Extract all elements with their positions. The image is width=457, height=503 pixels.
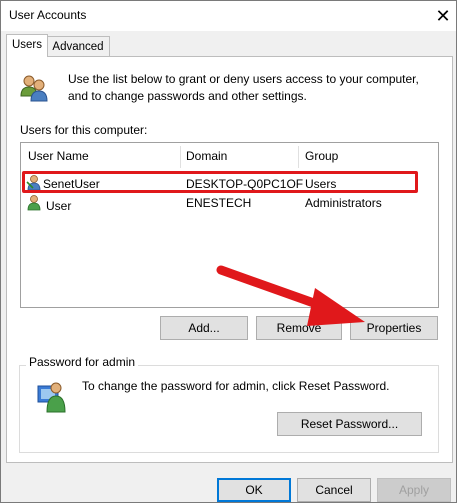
password-group-title: Password for admin bbox=[26, 355, 139, 369]
column-header-group[interactable]: Group bbox=[305, 149, 338, 163]
column-separator bbox=[298, 146, 299, 168]
cell-domain: ENESTECH bbox=[186, 196, 252, 210]
reset-password-button[interactable]: Reset Password... bbox=[277, 412, 422, 436]
window-title: User Accounts bbox=[9, 8, 87, 22]
cell-group: Administrators bbox=[305, 196, 382, 210]
password-instruction: To change the password for admin, click … bbox=[82, 379, 390, 393]
tab-advanced[interactable]: Advanced bbox=[46, 36, 110, 57]
users-list-label: Users for this computer: bbox=[20, 123, 148, 137]
intro-text-line2: and to change passwords and other settin… bbox=[68, 89, 307, 103]
table-row[interactable]: User ENESTECH Administrators bbox=[21, 194, 435, 213]
title-bar: User Accounts ✕ bbox=[1, 1, 456, 31]
user-password-icon bbox=[37, 382, 66, 413]
highlight-box bbox=[22, 171, 418, 193]
arrow-annotation bbox=[216, 265, 365, 326]
users-icon bbox=[20, 75, 48, 102]
column-header-user-name[interactable]: User Name bbox=[28, 149, 89, 163]
reset-password-button-label: Reset Password... bbox=[300, 417, 399, 431]
apply-button[interactable]: Apply bbox=[377, 478, 451, 502]
column-header-domain[interactable]: Domain bbox=[186, 149, 227, 163]
cancel-button[interactable]: Cancel bbox=[297, 478, 371, 502]
apply-button-label: Apply bbox=[398, 483, 430, 497]
tab-users[interactable]: Users bbox=[6, 34, 48, 57]
ok-button[interactable]: OK bbox=[217, 478, 291, 502]
ok-button-label: OK bbox=[245, 483, 263, 497]
column-separator bbox=[180, 146, 181, 168]
cell-user-name: User bbox=[46, 199, 72, 213]
tab-advanced-label: Advanced bbox=[52, 41, 104, 53]
user-icon bbox=[27, 195, 41, 211]
tab-users-label: Users bbox=[11, 39, 43, 51]
cancel-button-label: Cancel bbox=[315, 483, 353, 497]
intro-text-line1: Use the list below to grant or deny user… bbox=[68, 72, 419, 86]
close-icon[interactable]: ✕ bbox=[431, 5, 455, 27]
